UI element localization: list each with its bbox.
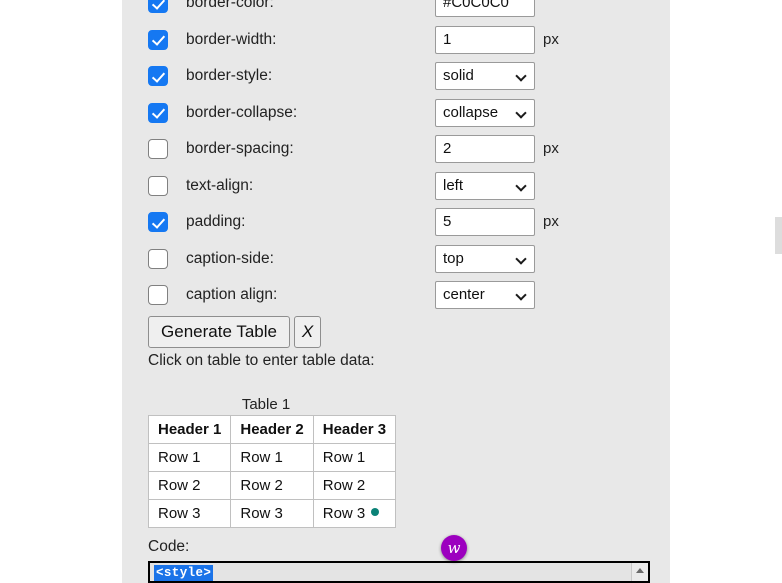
table-cell[interactable]: Row 1 (230, 443, 314, 472)
property-row-caption align: caption align: center (122, 278, 670, 314)
table-row: Row 2 Row 2 Row 2 (147, 471, 397, 500)
property-row-border-spacing: border-spacing: 2 px (122, 132, 670, 168)
table-cell[interactable]: Row 3 (312, 499, 397, 528)
select-wrap-text-align: left (435, 171, 535, 200)
select-wrap-caption align: center (435, 281, 535, 309)
scroll-up-arrow-icon[interactable] (636, 568, 644, 573)
table-cell-text: Row 3 (322, 505, 366, 522)
table-cell-text: Row 2 (322, 477, 366, 494)
property-row-text-align: text-align: left (122, 169, 670, 205)
checkbox-border-color[interactable] (148, 0, 168, 13)
table-cell[interactable]: Row 2 (312, 471, 397, 500)
table-row: Row 3 Row 3 Row 3 (147, 499, 397, 528)
table-cell[interactable]: Row 1 (312, 443, 397, 472)
checkbox-text-align[interactable] (148, 175, 168, 196)
table-header-row: Header 1 Header 2 Header 3 (147, 415, 397, 444)
table-header-cell[interactable]: Header 2 (230, 415, 314, 444)
table-cell[interactable]: Row 3 (147, 499, 232, 528)
checkbox-border-spacing[interactable] (148, 139, 168, 159)
table-cell-text: Row 1 (240, 449, 283, 466)
code-selected-text: <style> (154, 565, 214, 581)
table-header-cell[interactable]: Header 3 (312, 415, 397, 444)
unit-padding: px (543, 213, 559, 230)
checkbox-padding[interactable] (148, 212, 168, 232)
table-header-cell[interactable]: Header 1 (147, 415, 232, 444)
property-row-border-color: border-color: #C0C0C0 (122, 0, 670, 22)
property-row-border-collapse: border-collapse: collapse (122, 96, 670, 132)
table-cell-text: Row 1 (322, 449, 366, 466)
input-border-color[interactable]: #C0C0C0 (435, 0, 535, 17)
label-border-color: border-color: (186, 0, 274, 11)
settings-panel: border-color: #C0C0C0 border-width: 1 px bord… (122, 0, 670, 583)
table-caption: Table 1 (241, 396, 291, 413)
select-wrap-border-collapse: collapse (435, 98, 535, 127)
select-wrap-caption-side: top (435, 244, 535, 273)
table-cell-text: Row 2 (240, 477, 283, 494)
label-border-collapse: border-collapse: (186, 103, 298, 121)
select-wrap-border-style: solid (435, 62, 535, 90)
unit-border-width: px (543, 30, 559, 48)
property-row-padding: padding: 5 px (122, 205, 670, 241)
select-caption-side[interactable]: top (435, 244, 535, 273)
table-cell[interactable]: Row 2 (230, 471, 314, 500)
checkbox-caption-side[interactable] (148, 248, 168, 269)
property-row-border-style: border-style: solid (122, 59, 670, 95)
generate-table-button[interactable]: Generate Table (148, 316, 290, 348)
label-padding: padding: (186, 213, 246, 230)
code-label: Code: (148, 538, 190, 555)
table-cell-text: Row 3 (158, 505, 201, 522)
table-cell[interactable]: Row 3 (230, 499, 314, 528)
property-row-border-width: border-width: 1 px (122, 23, 670, 59)
table-cell-text: Row 3 (240, 505, 283, 522)
label-text-align: text-align: (186, 176, 254, 194)
unit-border-spacing: px (543, 140, 559, 157)
select-border-collapse[interactable]: collapse (435, 98, 535, 127)
table-cell-text: Row 2 (158, 477, 201, 494)
clear-table-button[interactable]: X (294, 316, 321, 348)
input-border-spacing[interactable]: 2 (435, 135, 535, 163)
label-border-style: border-style: (186, 67, 273, 84)
code-scrollbar[interactable] (631, 563, 648, 581)
table-cell[interactable]: Row 1 (147, 443, 232, 472)
code-textarea[interactable]: <style> (148, 561, 650, 583)
label-border-spacing: border-spacing: (186, 140, 294, 157)
label-caption-side: caption-side: (186, 249, 274, 267)
label-border-width: border-width: (186, 30, 277, 48)
checkbox-border-collapse[interactable] (148, 102, 168, 123)
property-row-caption-side: caption-side: top (122, 242, 670, 278)
cursor-marker-dot-icon (371, 508, 380, 516)
generated-table[interactable]: Header 1 Header 2 Header 3 Row 1 Row 1 Row 1… (147, 415, 397, 528)
table-row: Row 1 Row 1 Row 1 (147, 443, 397, 472)
browser-extension-badge-icon[interactable]: w (441, 535, 467, 561)
table-cell[interactable]: Row 2 (147, 471, 232, 500)
checkbox-border-style[interactable] (148, 66, 168, 86)
table-hint-text: Click on table to enter table data: (148, 352, 375, 369)
input-border-width[interactable]: 1 (435, 25, 535, 54)
select-border-style[interactable]: solid (435, 62, 535, 90)
select-caption align[interactable]: center (435, 281, 535, 309)
window-scrollbar-thumb[interactable] (775, 217, 782, 254)
label-caption align: caption align: (186, 286, 278, 303)
input-padding[interactable]: 5 (435, 208, 535, 236)
checkbox-border-width[interactable] (148, 29, 168, 50)
select-text-align[interactable]: left (435, 171, 535, 200)
checkbox-caption align[interactable] (148, 285, 168, 305)
table-cell-text: Row 1 (158, 449, 201, 466)
